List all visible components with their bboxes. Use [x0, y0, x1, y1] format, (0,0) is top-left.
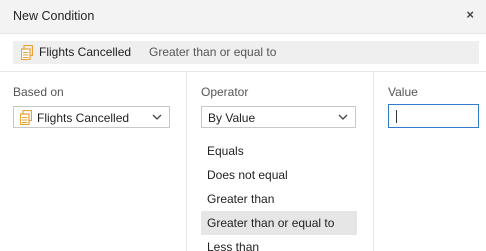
value-input[interactable]	[388, 104, 479, 128]
operator-options-list: Equals Does not equal Greater than Great…	[201, 139, 357, 251]
operator-label: Operator	[201, 85, 249, 99]
text-caret	[396, 110, 397, 123]
summary-field-name: Flights Cancelled	[39, 45, 132, 59]
based-on-dropdown[interactable]: Flights Cancelled	[13, 106, 170, 128]
section-divider	[0, 71, 486, 72]
chevron-down-icon	[152, 114, 162, 120]
chevron-down-icon	[338, 114, 348, 120]
based-on-label: Based on	[13, 85, 64, 99]
summary-operator: Greater than or equal to	[149, 45, 277, 59]
operator-dropdown[interactable]: By Value	[201, 106, 356, 128]
operator-option[interactable]: Does not equal	[201, 163, 357, 187]
close-icon[interactable]: ×	[466, 7, 474, 22]
operator-option[interactable]: Less than	[201, 235, 357, 251]
dialog-title-bar: New Condition ×	[0, 0, 486, 34]
operator-option[interactable]: Greater than	[201, 187, 357, 211]
based-on-value: Flights Cancelled	[37, 111, 130, 125]
condition-summary: Flights Cancelled Greater than or equal …	[13, 41, 479, 64]
field-table-icon	[20, 110, 32, 125]
dialog-title: New Condition	[13, 9, 95, 23]
operator-option-selected[interactable]: Greater than or equal to	[201, 211, 357, 235]
field-table-icon	[21, 45, 33, 60]
value-label: Value	[388, 85, 418, 99]
operator-value: By Value	[208, 111, 256, 125]
operator-option[interactable]: Equals	[201, 139, 357, 163]
column-divider	[186, 72, 187, 251]
column-divider	[373, 72, 374, 251]
